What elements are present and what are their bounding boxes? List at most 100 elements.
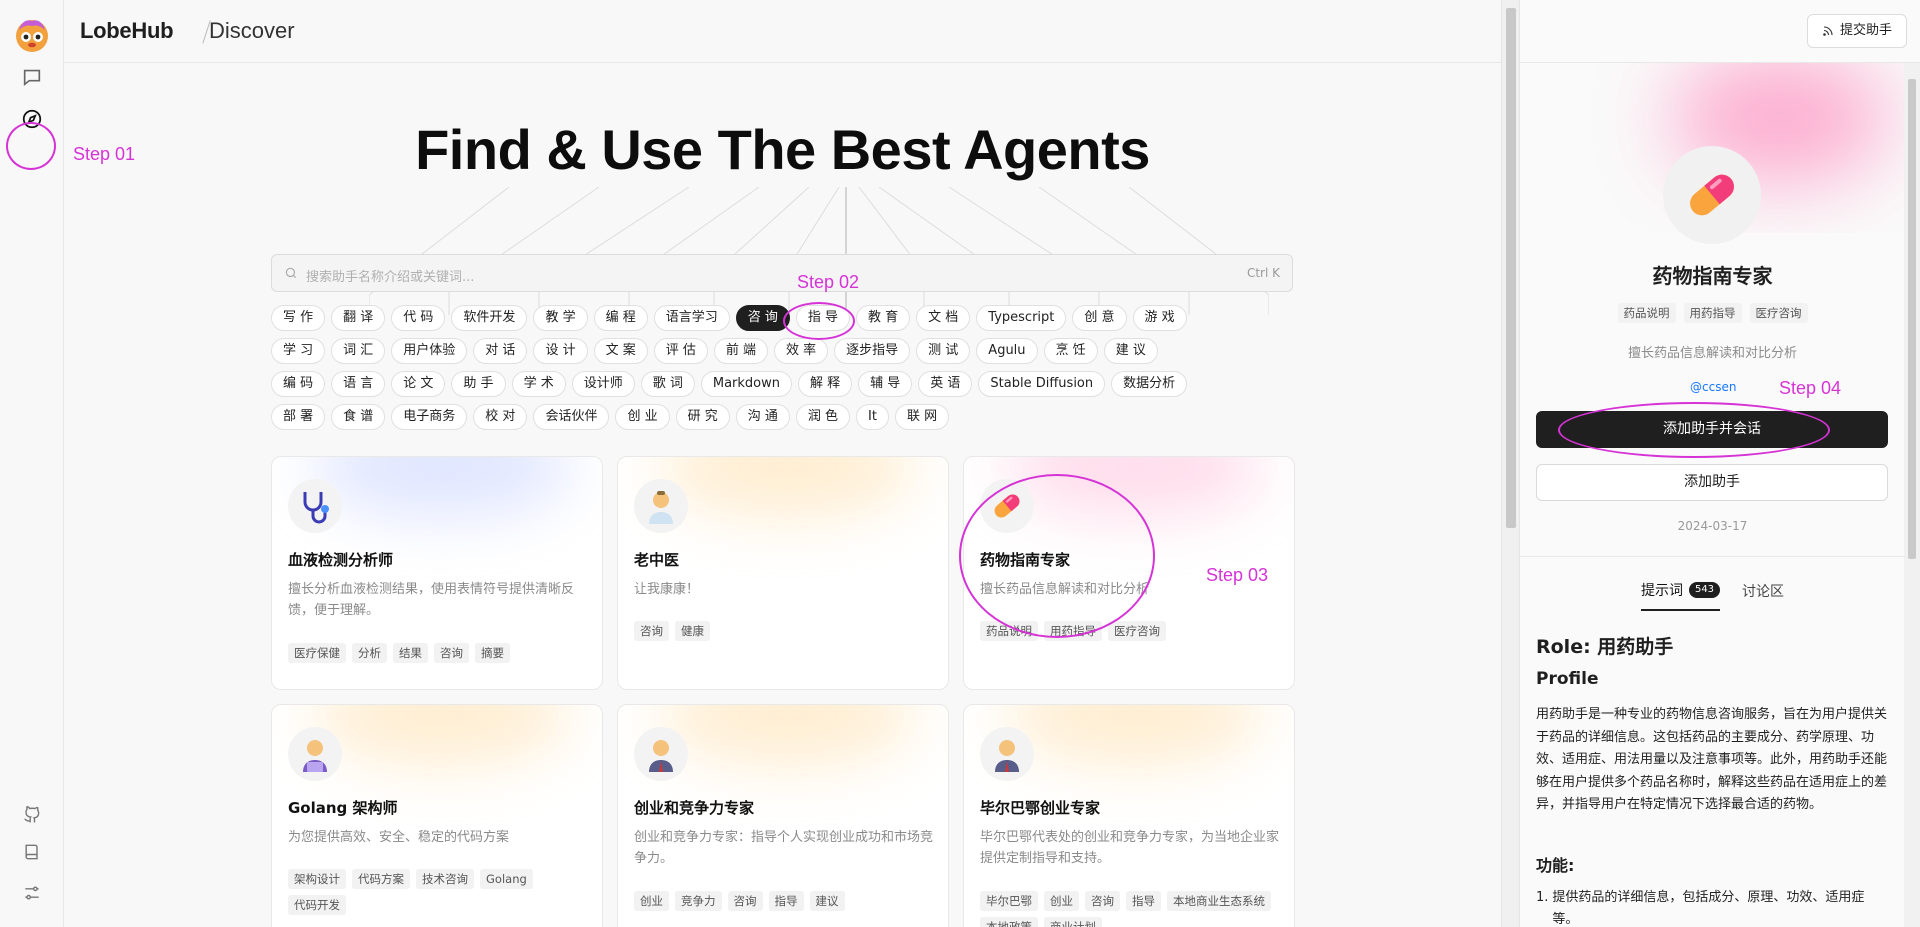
add-agent-button[interactable]: 添加助手 [1536, 464, 1888, 501]
agent-card-description: 为您提供高效、安全、稳定的代码方案 [288, 830, 510, 845]
category-tag[interactable]: 创 意 [1072, 305, 1127, 331]
category-tag[interactable]: 对 话 [473, 338, 528, 364]
agent-tag: 医疗保健 [288, 643, 346, 663]
agent-tag: Golang [480, 869, 533, 889]
category-tag[interactable]: 编 码 [271, 371, 326, 397]
category-tag[interactable]: 软件开发 [451, 305, 528, 331]
category-tag[interactable]: 文 档 [916, 305, 971, 331]
agent-title: 药物指南专家 [1652, 264, 1773, 288]
category-tag[interactable]: 建 议 [1103, 338, 1158, 364]
category-tag[interactable]: Agulu [976, 338, 1038, 364]
category-tag[interactable]: 英 语 [918, 371, 973, 397]
category-tag[interactable]: 学 习 [271, 338, 326, 364]
github-icon[interactable] [18, 801, 46, 829]
category-tag[interactable]: 创 业 [615, 404, 670, 430]
category-tag[interactable]: 语言学习 [653, 305, 730, 331]
category-tag[interactable]: 文 案 [593, 338, 648, 364]
category-tag[interactable]: 烹 饪 [1043, 338, 1098, 364]
settings-sliders-icon[interactable] [18, 879, 46, 907]
tab-prompt[interactable]: 提示词 543 [1640, 580, 1721, 611]
category-tag[interactable]: 翻 译 [331, 305, 386, 331]
category-tag[interactable]: 评 估 [653, 338, 708, 364]
agent-detail-panel: 提交助手 药物指南专家 药品说明 用药指导 医疗咨询 擅长药品信息解读和对比分析 @… [1519, 0, 1920, 927]
panel-scrollbar[interactable] [1904, 63, 1920, 927]
avatar[interactable] [13, 16, 51, 54]
category-tag[interactable]: 教 育 [856, 305, 911, 331]
category-tag[interactable]: 逐步指导 [834, 338, 911, 364]
chat-icon[interactable] [18, 63, 46, 91]
category-tag[interactable]: 游 戏 [1132, 305, 1187, 331]
agent-card[interactable]: 老中医 让我康康！ 咨询 健康 [617, 456, 949, 690]
category-tag[interactable]: 研 究 [675, 404, 730, 430]
category-tag[interactable]: 歌 词 [640, 371, 695, 397]
agent-tag: 摘要 [475, 643, 510, 663]
category-tag[interactable]: It [856, 404, 889, 430]
panel-scrollbar-thumb[interactable] [1908, 79, 1916, 559]
docs-book-icon[interactable] [18, 838, 46, 866]
search-input[interactable]: 搜索助手名称介绍或关键词... Ctrl K [271, 254, 1293, 292]
main-scrollbar[interactable] [1501, 0, 1519, 927]
agent-tag: 指导 [768, 891, 804, 911]
step-04-ring [1558, 402, 1830, 458]
category-tag[interactable]: 辅 导 [858, 371, 913, 397]
category-tag[interactable]: 语 言 [331, 371, 386, 397]
category-tag[interactable]: 咨 询 [735, 305, 790, 331]
prompt-count-badge: 543 [1688, 582, 1721, 598]
category-tag[interactable]: 测 试 [916, 338, 971, 364]
category-tag[interactable]: 数据分析 [1111, 371, 1188, 397]
category-tag[interactable]: 设计师 [571, 371, 635, 397]
agent-tag: 竞争力 [675, 891, 722, 911]
category-tag[interactable]: 学 术 [511, 371, 566, 397]
category-tag[interactable]: 编 程 [593, 305, 648, 331]
category-tag[interactable]: Markdown [700, 371, 792, 397]
category-tag[interactable]: 论 文 [391, 371, 446, 397]
search-shortcut: Ctrl K [1246, 266, 1280, 280]
agent-card-tags: 医疗保健 分析 结果 咨询 摘要 [288, 643, 588, 663]
agent-tag: 代码开发 [288, 895, 346, 915]
submit-agent-button[interactable]: 提交助手 [1806, 14, 1907, 48]
tab-discussion[interactable]: 讨论区 [1742, 580, 1784, 611]
category-tag[interactable]: 用户体验 [391, 338, 468, 364]
category-tag[interactable]: 助 手 [451, 371, 506, 397]
agent-card[interactable]: 毕尔巴鄂创业专家 毕尔巴鄂代表处的创业和竞争力专家，为当地企业家提供定制指导和支持… [963, 704, 1295, 927]
prompt-function-item: 1. 提供药品的详细信息，包括成分、原理、功效、适用症等。 [1536, 887, 1888, 927]
top-header: LobeHub Discover [64, 0, 1501, 63]
category-tag[interactable]: Typescript [976, 305, 1067, 331]
step-04-label: Step 04 [1779, 378, 1842, 398]
step-02-label: Step 02 [797, 272, 860, 292]
tag-row: 学 习词 汇用户体验对 话设 计文 案评 估前 端效 率逐步指导测 试 Agulu… [271, 338, 1311, 364]
agent-tag: 结果 [393, 643, 428, 663]
agent-tag: 创业 [1044, 891, 1079, 911]
category-tag[interactable]: 联 网 [894, 404, 950, 430]
agent-tag: 用药指导 [1683, 303, 1742, 323]
category-tag[interactable]: 电子商务 [391, 404, 468, 430]
category-tag[interactable]: Stable Diffusion [978, 371, 1106, 397]
agent-tag: 医疗咨询 [1108, 621, 1166, 641]
author-link[interactable]: @ccsen [1690, 380, 1736, 394]
main-scrollbar-thumb[interactable] [1506, 8, 1516, 528]
category-tag[interactable]: 前 端 [713, 338, 768, 364]
category-tag[interactable]: 沟 通 [735, 404, 790, 430]
category-tag[interactable]: 效 率 [774, 338, 829, 364]
agent-tag: 医疗咨询 [1749, 303, 1808, 323]
agent-card[interactable]: Golang 架构师 为您提供高效、安全、稳定的代码方案 架构设计 代码方案 技术咨询 G… [271, 704, 603, 927]
category-tag[interactable]: 词 汇 [331, 338, 386, 364]
agent-card[interactable]: 血液检测分析师 擅长分析血液检测结果，使用表情符号提供清晰反馈，便于理解。 医疗保健… [271, 456, 603, 690]
category-tag[interactable]: 设 计 [533, 338, 588, 364]
agent-tag: 咨询 [634, 621, 669, 641]
category-tag[interactable]: 部 署 [271, 404, 326, 430]
category-tag[interactable]: 教 学 [533, 305, 588, 331]
agent-card[interactable]: 创业和竞争力专家 创业和竞争力专家：指导个人实现创业成功和市场竞争力。 创业 竞争力咨… [617, 704, 949, 927]
category-tag[interactable]: 校 对 [473, 404, 528, 430]
tag-row: 编 码语 言论 文助 手学 术设计师歌 词 Markdown 解 释辅 导英 语 St… [271, 371, 1311, 397]
hero-decoration-lines [369, 187, 1269, 315]
category-tag[interactable]: 代 码 [391, 305, 446, 331]
category-tag[interactable]: 写 作 [271, 305, 326, 331]
brand-logo-text[interactable]: LobeHub [80, 18, 174, 44]
category-tag[interactable]: 会话伙伴 [533, 404, 610, 430]
category-tag[interactable]: 润 色 [795, 404, 851, 430]
search-icon [285, 267, 297, 279]
category-tag[interactable]: 解 释 [798, 371, 853, 397]
agent-tag: 药品说明 [1617, 303, 1676, 323]
category-tag[interactable]: 食 谱 [331, 404, 386, 430]
